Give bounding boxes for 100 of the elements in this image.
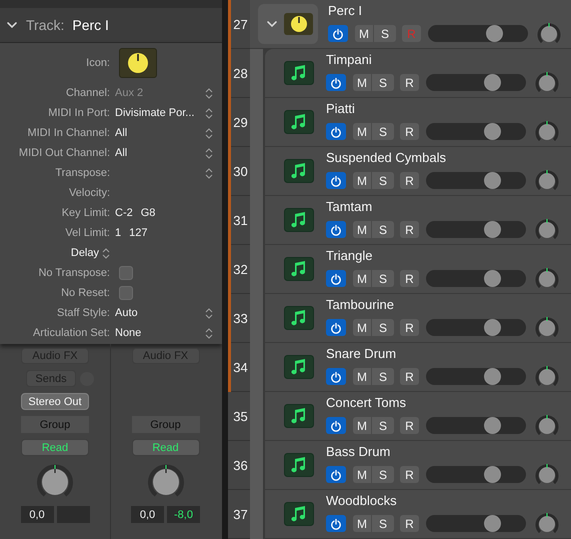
music-note-icon[interactable]	[284, 208, 314, 232]
record-button[interactable]: R	[400, 319, 419, 336]
power-icon[interactable]	[330, 174, 342, 186]
volume-slider[interactable]	[428, 25, 528, 42]
music-note-icon[interactable]	[284, 159, 314, 183]
chevron-icon[interactable]	[266, 18, 278, 30]
icon-button[interactable]	[119, 48, 157, 78]
popup-value[interactable]: Divisimate Por...	[115, 107, 194, 119]
power-button[interactable]	[326, 417, 346, 434]
mute-button[interactable]: M	[353, 515, 372, 532]
solo-button[interactable]: S	[372, 123, 394, 140]
solo-button[interactable]: S	[372, 368, 394, 385]
music-note-icon[interactable]	[284, 306, 314, 330]
power-icon[interactable]	[330, 420, 342, 432]
slider-thumb[interactable]	[484, 417, 501, 434]
solo-button[interactable]: S	[372, 172, 394, 189]
pan-knob[interactable]	[535, 414, 559, 438]
range-value[interactable]: G8	[140, 207, 156, 219]
slider-thumb[interactable]	[484, 466, 501, 483]
power-button[interactable]	[326, 172, 346, 189]
mute-button[interactable]: M	[353, 417, 372, 434]
output-button[interactable]: Stereo Out	[21, 393, 89, 410]
solo-button[interactable]: S	[372, 270, 394, 287]
track-icon[interactable]	[284, 13, 313, 35]
volume-slider[interactable]	[426, 417, 526, 434]
record-button[interactable]: R	[400, 74, 419, 91]
mute-button[interactable]: M	[353, 74, 372, 91]
solo-button[interactable]: S	[372, 221, 394, 238]
power-icon[interactable]	[330, 468, 342, 480]
mute-button[interactable]: M	[353, 368, 372, 385]
volume-slider[interactable]	[426, 221, 526, 238]
slider-thumb[interactable]	[484, 172, 501, 189]
power-icon[interactable]	[330, 370, 342, 382]
slider-thumb[interactable]	[484, 319, 501, 336]
checkbox[interactable]	[119, 286, 133, 300]
folder-button[interactable]	[258, 4, 318, 44]
record-button[interactable]: R	[400, 466, 419, 483]
stepper-icon[interactable]	[205, 126, 213, 140]
popup-value[interactable]: Auto	[115, 307, 138, 319]
solo-button[interactable]: S	[372, 515, 394, 532]
power-icon[interactable]	[332, 28, 344, 40]
music-note-icon[interactable]	[284, 502, 314, 526]
range-value[interactable]: C-2	[115, 207, 133, 219]
volume-slider[interactable]	[426, 319, 526, 336]
music-note-icon[interactable]	[284, 404, 314, 428]
stepper-icon[interactable]	[205, 166, 213, 180]
pan-knob[interactable]	[537, 22, 561, 46]
popup-value[interactable]: All	[115, 147, 128, 159]
slider-thumb[interactable]	[484, 123, 501, 140]
range-value[interactable]: 1	[115, 227, 122, 239]
mute-button[interactable]: M	[353, 466, 372, 483]
mute-button[interactable]: M	[353, 172, 372, 189]
automation-button[interactable]: Read	[132, 439, 200, 456]
record-button[interactable]: R	[400, 221, 419, 238]
power-button[interactable]	[326, 221, 346, 238]
pan-knob[interactable]	[535, 364, 559, 388]
chevron-icon[interactable]	[6, 19, 18, 31]
pan-knob[interactable]	[535, 462, 559, 486]
pan-knob[interactable]	[535, 168, 559, 192]
power-button[interactable]	[326, 368, 346, 385]
slider-thumb[interactable]	[486, 25, 503, 42]
power-icon[interactable]	[330, 224, 342, 236]
power-icon[interactable]	[330, 76, 342, 88]
range-value[interactable]: 127	[129, 227, 148, 239]
power-button[interactable]	[326, 74, 346, 91]
pan-knob[interactable]	[535, 218, 559, 242]
power-icon[interactable]	[330, 126, 342, 138]
stepper-icon[interactable]	[205, 326, 213, 340]
volume-slider[interactable]	[426, 172, 526, 189]
record-button[interactable]: R	[400, 515, 419, 532]
slider-thumb[interactable]	[484, 515, 501, 532]
solo-button[interactable]: S	[372, 319, 394, 336]
stepper-icon[interactable]	[205, 306, 213, 320]
record-button[interactable]: R	[400, 417, 419, 434]
volume-slider[interactable]	[426, 466, 526, 483]
power-button[interactable]	[326, 466, 346, 483]
record-button[interactable]: R	[400, 368, 419, 385]
record-button[interactable]: R	[400, 172, 419, 189]
power-icon[interactable]	[330, 518, 342, 530]
volume-slider[interactable]	[426, 123, 526, 140]
music-note-icon[interactable]	[284, 257, 314, 281]
automation-button[interactable]: Read	[21, 439, 89, 456]
music-note-icon[interactable]	[284, 453, 314, 477]
volume-slider[interactable]	[426, 515, 526, 532]
mute-button[interactable]: M	[353, 270, 372, 287]
pan-knob[interactable]	[535, 512, 559, 536]
music-note-icon[interactable]	[284, 110, 314, 134]
slider-thumb[interactable]	[484, 368, 501, 385]
mute-button[interactable]: M	[353, 123, 372, 140]
mute-button[interactable]: M	[353, 319, 372, 336]
pan-knob[interactable]	[535, 266, 559, 290]
stepper-icon[interactable]	[102, 246, 110, 260]
volume-slider[interactable]	[426, 368, 526, 385]
solo-button[interactable]: S	[374, 25, 396, 42]
slider-thumb[interactable]	[484, 270, 501, 287]
pan-knob[interactable]	[535, 316, 559, 340]
record-button[interactable]: R	[400, 270, 419, 287]
checkbox[interactable]	[119, 266, 133, 280]
solo-button[interactable]: S	[372, 417, 394, 434]
popup-value[interactable]: Delay	[70, 247, 99, 259]
